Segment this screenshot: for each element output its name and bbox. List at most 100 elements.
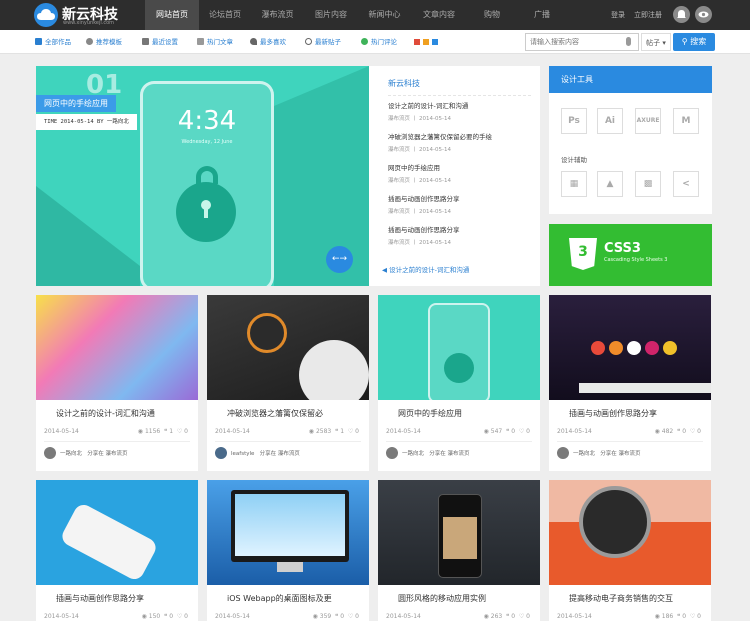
category-recommended[interactable]: 推荐模板: [86, 30, 122, 54]
search-input[interactable]: [526, 34, 616, 50]
avatar[interactable]: [386, 447, 398, 459]
post-card[interactable]: 插画与动画创作思路分享 2014-05-14 ◉ 482 ❝ 0 ♡ 0 一路向…: [549, 295, 711, 471]
illustrator-icon[interactable]: Ai: [597, 108, 623, 134]
photoshop-icon[interactable]: Ps: [561, 108, 587, 134]
color-swatch-blue[interactable]: [432, 39, 438, 45]
search-box: [525, 33, 639, 51]
nav-shop[interactable]: 购物: [467, 0, 517, 30]
post-title: 冲破浏览器之藩篱仅保留必: [227, 409, 323, 418]
avatar[interactable]: [557, 447, 569, 459]
design-tools-panel: 设计工具 Ps Ai AXURE M 设计辅助 ▦ ▲ ▩ <: [549, 66, 712, 214]
hero-title[interactable]: 网页中的手绘应用: [36, 95, 116, 112]
avatar[interactable]: [44, 447, 56, 459]
news-item[interactable]: 插画与动画创作思路分享 瀑布流页 丨 2014-05-14: [388, 224, 531, 246]
monitor-graphic: [231, 490, 349, 562]
news-footer-link[interactable]: ◀ 设计之前的设计-词汇和沟通: [382, 264, 469, 274]
search-icon: ⚲: [681, 37, 688, 46]
news-item[interactable]: 设计之前的设计-词汇和沟通 瀑布流页 丨 2014-05-14: [388, 100, 531, 122]
color-swatch-red[interactable]: [414, 39, 420, 45]
eye-icon: ◉: [308, 428, 315, 435]
post-thumbnail: [36, 480, 198, 585]
badge-icon: [86, 38, 93, 45]
post-date: 2014-05-14: [215, 428, 250, 435]
category-latest[interactable]: 最新贴子: [305, 30, 341, 54]
post-stats: ◉ 150 ❝ 0 ♡ 0: [141, 613, 188, 620]
nav-news[interactable]: 新闻中心: [358, 0, 411, 30]
category-recent[interactable]: 最近设置: [142, 30, 178, 54]
heart-icon: ♡: [689, 428, 696, 435]
post-card[interactable]: 圆形风格的移动应用实例 2014-05-14 ◉ 263 ❝ 0 ♡ 0: [378, 480, 540, 621]
nav-waterfall[interactable]: 瀑布流页: [251, 0, 304, 30]
divider: [215, 441, 361, 442]
news-list-panel: 新云科技 设计之前的设计-词汇和沟通 瀑布流页 丨 2014-05-14 冲破浏览…: [369, 66, 540, 286]
category-hot-articles[interactable]: 热门文章: [197, 30, 233, 54]
post-card[interactable]: 冲破浏览器之藩篱仅保留必 2014-05-14 ◉ 2583 ❝ 1 ♡ 0 l…: [207, 295, 369, 471]
nav-forum[interactable]: 论坛首页: [199, 0, 251, 30]
slider-arrows-icon[interactable]: ←→: [326, 246, 353, 273]
tools-subtitle: 设计辅助: [561, 156, 587, 164]
post-card[interactable]: 网页中的手绘应用 2014-05-14 ◉ 547 ❝ 0 ♡ 0 一路向北 分…: [378, 295, 540, 471]
eye-icon: ◉: [483, 428, 489, 435]
css3-subtitle: Cascading Style Sheets 3: [604, 257, 668, 263]
app-icon: [645, 341, 659, 355]
divider: [44, 441, 190, 442]
news-item[interactable]: 网页中的手绘应用 瀑布流页 丨 2014-05-14: [388, 162, 531, 184]
eye-icon: ◉: [137, 428, 144, 435]
category-bar: 全部作品 推荐模板 最近设置 热门文章 最多喜欢 最新贴子 热门评论 帖子 ▾ …: [0, 30, 750, 54]
pattern-icon[interactable]: ▩: [635, 171, 661, 197]
heart-icon: ♡: [689, 613, 696, 620]
app-icon: [591, 341, 605, 355]
app-icon: [609, 341, 623, 355]
post-card[interactable]: 插画与动画创作思路分享 2014-05-14 ◉ 150 ❝ 0 ♡ 0: [36, 480, 198, 621]
divider: [557, 441, 703, 442]
dial-graphic: [247, 313, 287, 353]
search-type-select[interactable]: 帖子 ▾: [641, 33, 671, 51]
news-item[interactable]: 插画与动画创作思路分享 瀑布流页 丨 2014-05-14: [388, 193, 531, 215]
post-stats: ◉ 547 ❝ 0 ♡ 0: [483, 428, 530, 435]
document-icon: [197, 38, 204, 45]
comment-icon: ❝: [335, 613, 339, 620]
share-icon[interactable]: <: [673, 171, 699, 197]
post-title: 设计之前的设计-词汇和沟通: [56, 409, 155, 418]
markman-icon[interactable]: M: [673, 108, 699, 134]
category-hot-comments[interactable]: 热门评论: [361, 30, 397, 54]
bell-icon[interactable]: [673, 6, 690, 23]
color-swatch-orange[interactable]: [423, 39, 429, 45]
lock-icon: [444, 353, 474, 383]
search-button[interactable]: ⚲ 搜索: [673, 33, 715, 51]
axure-icon[interactable]: AXURE: [635, 108, 661, 134]
tools-title: 设计工具: [549, 66, 712, 93]
login-link[interactable]: 登录: [611, 0, 625, 30]
keyhole-slot: [204, 208, 208, 218]
eye-icon: ◉: [654, 613, 660, 620]
news-item[interactable]: 冲破浏览器之藩篱仅保留必要的手绘 瀑布流页 丨 2014-05-14: [388, 131, 531, 153]
register-link[interactable]: 立即注册: [634, 0, 662, 30]
phone-date: Wednesday, 12 June: [181, 139, 233, 145]
eye-icon[interactable]: [695, 6, 712, 23]
hero-banner[interactable]: 01 4:34 Wednesday, 12 June 网页中的手绘应用 TIME…: [36, 66, 369, 286]
nav-articles[interactable]: 文章内容: [411, 0, 467, 30]
post-card[interactable]: 设计之前的设计-词汇和沟通 2014-05-14 ◉ 1156 ❝ 1 ♡ 0 …: [36, 295, 198, 471]
microphone-icon[interactable]: [626, 37, 631, 46]
nav-broadcast[interactable]: 广播: [517, 0, 567, 30]
heart-icon: ♡: [347, 613, 354, 620]
news-panel-title: 新云科技: [388, 79, 420, 88]
crop-icon[interactable]: ▦: [561, 171, 587, 197]
mountain-icon[interactable]: ▲: [597, 171, 623, 197]
eye-icon: ◉: [654, 428, 660, 435]
category-most-liked[interactable]: 最多喜欢: [250, 30, 286, 54]
heart-icon: [250, 38, 257, 45]
app-icon: [663, 341, 677, 355]
avatar[interactable]: [215, 447, 227, 459]
comment-icon: ❝: [506, 428, 510, 435]
heart-icon: ♡: [176, 613, 183, 620]
category-all[interactable]: 全部作品: [35, 30, 71, 54]
nav-home[interactable]: 网站首页: [145, 0, 199, 30]
post-stats: ◉ 1156 ❝ 1 ♡ 0: [137, 428, 188, 435]
post-date: 2014-05-14: [215, 613, 250, 620]
post-card[interactable]: iOS Webapp的桌面图标及更 2014-05-14 ◉ 359 ❝ 0 ♡…: [207, 480, 369, 621]
post-card[interactable]: 提高移动电子商务销售的交互 2014-05-14 ◉ 186 ❝ 0 ♡ 0: [549, 480, 711, 621]
nav-images[interactable]: 图片内容: [304, 0, 358, 30]
css3-banner[interactable]: 3 CSS3 Cascading Style Sheets 3: [549, 224, 712, 286]
lock-icon: [176, 182, 236, 242]
